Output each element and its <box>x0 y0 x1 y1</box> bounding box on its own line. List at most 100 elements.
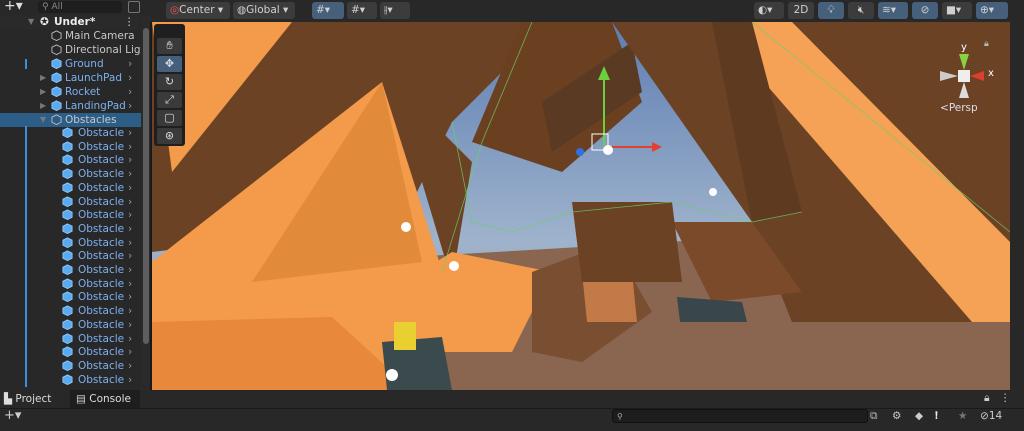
hierarchy-item[interactable]: ▼ Obstacles <box>0 113 150 127</box>
lighting-toggle-icon[interactable]: 💡︎ <box>818 2 844 19</box>
hand-tool-icon[interactable]: ✋︎ <box>157 38 182 54</box>
hierarchy-child-item[interactable]: Obstacle › <box>0 235 140 250</box>
hierarchy-child-item[interactable]: Obstacle › <box>0 331 140 346</box>
effects-dropdown[interactable]: ≋▾ <box>878 2 908 19</box>
rect-tool-icon[interactable]: ▢ <box>157 110 182 126</box>
2d-toggle[interactable]: 2D <box>788 2 814 19</box>
chevron-right-icon[interactable]: › <box>128 249 132 263</box>
chevron-right-icon[interactable]: › <box>128 181 132 195</box>
expand-arrow-icon[interactable]: ▼ <box>28 15 34 29</box>
move-tool-icon[interactable]: ✥ <box>157 56 182 72</box>
chevron-right-icon[interactable]: › <box>128 208 132 222</box>
scene-root-row[interactable]: ▼ ✪ Under* ⋮ <box>0 15 140 29</box>
scene-render[interactable] <box>152 22 1010 390</box>
chevron-right-icon[interactable]: › <box>128 318 132 332</box>
gizmo-y-axis[interactable] <box>959 54 969 70</box>
hierarchy-child-item[interactable]: Obstacle › <box>0 221 140 236</box>
hierarchy-child-item[interactable]: Obstacle › <box>0 317 140 332</box>
hierarchy-child-item[interactable]: Obstacle › <box>0 167 140 182</box>
hierarchy-item[interactable]: Main Camera <box>0 29 140 43</box>
search-options-icon[interactable] <box>128 1 140 13</box>
hierarchy-child-item[interactable]: Obstacle › <box>0 345 140 360</box>
lock-icon[interactable]: 🔒︎ <box>984 39 989 49</box>
hidden-objects-icon[interactable]: ⊘ <box>912 2 938 19</box>
hierarchy-child-item[interactable]: Obstacle › <box>0 194 140 209</box>
tab-console[interactable]: ▤ Console <box>70 390 140 408</box>
hierarchy-child-item[interactable]: Obstacle › <box>0 126 140 140</box>
expand-arrow-icon[interactable]: ▶ <box>40 99 46 113</box>
chevron-right-icon[interactable]: › <box>128 99 132 113</box>
gizmo-x-axis[interactable] <box>970 71 984 81</box>
chevron-right-icon[interactable]: › <box>128 304 132 318</box>
scene-view[interactable]: y x 🔒︎ <Persp <box>152 22 1010 390</box>
gizmo-neg-y-axis[interactable] <box>959 82 969 98</box>
chevron-right-icon[interactable]: › <box>128 359 132 373</box>
rotate-tool-icon[interactable]: ↻ <box>157 74 182 90</box>
hierarchy-item[interactable]: ▶ Rocket › <box>0 85 140 99</box>
expand-arrow-icon[interactable]: ▼ <box>40 113 46 127</box>
hierarchy-item[interactable]: Directional Lig <box>0 43 140 57</box>
hierarchy-child-item[interactable]: Obstacle › <box>0 263 140 277</box>
transform-tool-icon[interactable]: ⊛ <box>157 128 182 144</box>
pivot-dropdown[interactable]: ◎Center ▾ <box>166 2 230 19</box>
hierarchy-child-item[interactable]: Obstacle › <box>0 358 140 373</box>
chevron-right-icon[interactable]: › <box>128 222 132 236</box>
chevron-right-icon[interactable]: › <box>128 167 132 181</box>
chevron-right-icon[interactable]: › <box>128 373 132 387</box>
hierarchy-item[interactable]: Ground › <box>0 57 140 71</box>
rocket-object[interactable] <box>394 322 416 350</box>
hidden-packages-icon[interactable]: ⊘14 <box>980 410 1002 422</box>
hierarchy-child-item[interactable]: Obstacle › <box>0 180 140 195</box>
chevron-right-icon[interactable]: › <box>128 85 132 99</box>
hierarchy-child-item[interactable]: Obstacle › <box>0 276 140 291</box>
audio-mute-icon[interactable]: 🔇︎ <box>848 2 874 19</box>
error-icon[interactable]: ❗︎ <box>935 410 938 423</box>
menu-kebab-icon[interactable]: ⋮ <box>124 15 135 29</box>
gizmos-dropdown[interactable]: ⊕▾ <box>976 2 1008 19</box>
add-icon[interactable]: +▾ <box>4 0 23 14</box>
hierarchy-child-item[interactable]: Obstacle › <box>0 290 140 305</box>
hierarchy-search-input[interactable]: ⚲ All <box>38 1 122 13</box>
filter-type-icon[interactable]: ⚙︎ <box>892 410 901 422</box>
projection-toggle[interactable]: <Persp <box>940 102 978 114</box>
label-icon[interactable]: ◆ <box>915 410 923 422</box>
gizmo-center-cube[interactable] <box>958 70 970 82</box>
space-dropdown[interactable]: ◍Global ▾ <box>233 2 295 19</box>
project-search-input[interactable]: ⚲ <box>612 409 868 423</box>
expand-arrow-icon[interactable]: ▶ <box>40 85 46 99</box>
align-button[interactable]: ⫲▾ <box>380 2 410 19</box>
chevron-right-icon[interactable]: › <box>128 332 132 346</box>
chevron-right-icon[interactable]: › <box>128 277 132 291</box>
chevron-right-icon[interactable]: › <box>128 263 132 277</box>
gizmo-neg-x-axis[interactable] <box>940 71 958 81</box>
scale-tool-icon[interactable]: ⤢ <box>157 92 182 108</box>
scrollbar-thumb[interactable] <box>143 28 149 344</box>
chevron-right-icon[interactable]: › <box>128 57 132 71</box>
hierarchy-item[interactable]: ▶ LandingPad › <box>0 99 140 113</box>
chevron-right-icon[interactable]: › <box>128 236 132 250</box>
chevron-right-icon[interactable]: › <box>128 195 132 209</box>
chevron-right-icon[interactable]: › <box>128 71 132 85</box>
hierarchy-child-item[interactable]: Obstacle › <box>0 208 140 223</box>
hierarchy-child-item[interactable]: Obstacle › <box>0 249 140 264</box>
increment-snap-button[interactable]: #▾ <box>347 2 377 19</box>
menu-kebab-icon[interactable]: ⋮ <box>1000 392 1011 404</box>
chevron-right-icon[interactable]: › <box>128 290 132 304</box>
favorite-star-icon[interactable]: ★ <box>958 410 967 422</box>
chevron-right-icon[interactable]: › <box>128 140 132 154</box>
hierarchy-child-item[interactable]: Obstacle › <box>0 139 140 154</box>
grid-snap-button[interactable]: #▾ <box>312 2 344 19</box>
search-scope-icon[interactable]: ⧉ <box>870 410 878 423</box>
tab-project[interactable]: ▙ Project <box>0 390 66 408</box>
hierarchy-child-item[interactable]: Obstacle › <box>0 153 140 168</box>
create-icon[interactable]: +▾ <box>4 408 21 423</box>
hierarchy-item[interactable]: ▶ LaunchPad › <box>0 71 140 85</box>
hierarchy-child-item[interactable]: Obstacle › <box>0 304 140 319</box>
hierarchy-child-item[interactable]: Obstacle › <box>0 372 140 387</box>
expand-arrow-icon[interactable]: ▶ <box>40 71 46 85</box>
camera-dropdown[interactable]: ■▾ <box>942 2 972 19</box>
chevron-right-icon[interactable]: › <box>128 345 132 359</box>
draw-mode-dropdown[interactable]: ◐▾ <box>754 2 784 19</box>
chevron-right-icon[interactable]: › <box>128 126 132 140</box>
chevron-right-icon[interactable]: › <box>128 153 132 167</box>
